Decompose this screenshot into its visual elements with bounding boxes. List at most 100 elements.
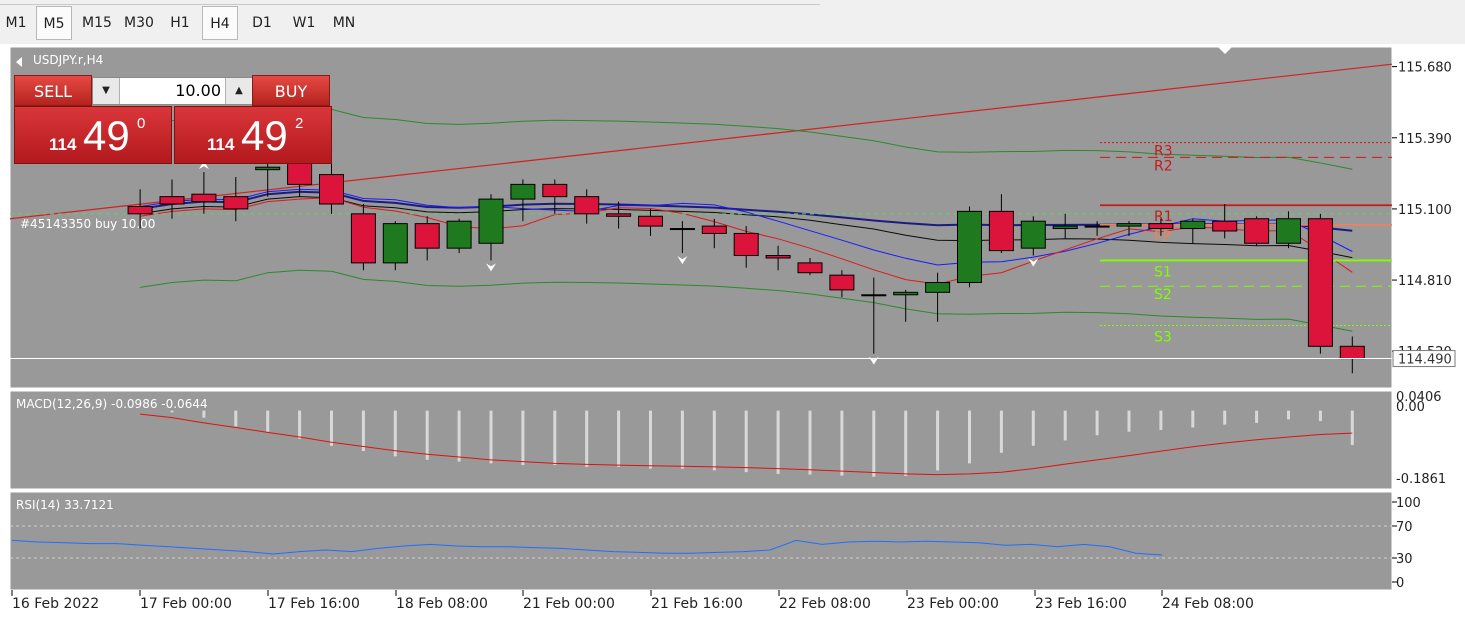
candle-bull bbox=[446, 220, 472, 249]
candle-bear bbox=[414, 223, 440, 249]
candle-bull bbox=[957, 210, 982, 284]
candle-bear bbox=[223, 196, 249, 210]
candle-bear bbox=[1339, 345, 1365, 360]
pivot-label-s1: S1 bbox=[1154, 264, 1172, 280]
buy-price-big: 49 bbox=[241, 112, 288, 159]
sell-price-sup: 0 bbox=[137, 115, 146, 132]
candle-bull bbox=[255, 166, 281, 171]
timeframe-w1-button[interactable]: W1 bbox=[286, 6, 322, 40]
rsi-axis: 100 70 30 0 bbox=[1392, 496, 1421, 591]
time-tick-label: 18 Feb 08:00 bbox=[396, 596, 488, 612]
time-tick-label: 23 Feb 00:00 bbox=[907, 596, 999, 612]
symbol-label: USDJPY.r,H4 bbox=[33, 53, 103, 67]
time-tick-label: 21 Feb 00:00 bbox=[523, 596, 615, 612]
candle-bear bbox=[542, 183, 568, 198]
timeframe-h1-button[interactable]: H1 bbox=[162, 6, 198, 40]
order-label: #45143350 buy 10.00 bbox=[20, 217, 155, 231]
candle-bear bbox=[1148, 223, 1174, 230]
current-price-label: 114.490 bbox=[1398, 353, 1452, 368]
rsi-panel[interactable] bbox=[9, 491, 1393, 591]
price-tick-label: 115.680 bbox=[1398, 61, 1452, 76]
candle-bear bbox=[191, 193, 217, 203]
candle-bear bbox=[159, 196, 185, 205]
time-tick-label: 22 Feb 08:00 bbox=[779, 596, 871, 612]
candle-bear bbox=[701, 225, 727, 234]
candle-bull bbox=[861, 294, 887, 297]
rsi-tick-label: 30 bbox=[1396, 552, 1413, 567]
pivot-label-s2: S2 bbox=[1154, 287, 1172, 303]
candle-bull bbox=[1084, 225, 1110, 228]
candle-bull bbox=[478, 198, 504, 244]
lot-size-input[interactable] bbox=[121, 78, 221, 104]
rsi-tick-label: 100 bbox=[1396, 496, 1421, 511]
candle-bear bbox=[127, 205, 153, 215]
lot-increase-icon[interactable]: ▲ bbox=[225, 78, 252, 104]
buy-price-sup: 2 bbox=[295, 115, 304, 132]
rsi-tick-label: 0 bbox=[1396, 576, 1404, 591]
candle-bear bbox=[287, 161, 313, 185]
toolbar-top-border bbox=[0, 0, 820, 5]
timeframe-toolbar: M1 M5 M15 M30 H1 H4 D1 W1 MN bbox=[0, 0, 1465, 45]
rsi-label: RSI(14) 33.7121 bbox=[16, 498, 114, 512]
sell-price-button[interactable]: 114 49 0 bbox=[14, 106, 172, 164]
macd-label: MACD(12,26,9) -0.0986 -0.0644 bbox=[16, 397, 208, 411]
candle-bull bbox=[893, 291, 919, 296]
time-tick-label: 23 Feb 16:00 bbox=[1035, 596, 1127, 612]
candle-bull bbox=[1180, 220, 1206, 230]
sell-price-big: 49 bbox=[83, 112, 130, 159]
timeframe-m15-button[interactable]: M15 bbox=[76, 6, 118, 40]
timeframe-m5-button[interactable]: M5 bbox=[36, 6, 72, 40]
timeframe-h4-button[interactable]: H4 bbox=[202, 6, 238, 40]
price-tick-label: 115.100 bbox=[1398, 203, 1452, 218]
candle-bear bbox=[797, 262, 823, 274]
sell-price-small: 114 bbox=[49, 135, 77, 154]
candle-bear bbox=[733, 232, 759, 257]
candle-bear bbox=[1244, 218, 1270, 244]
candle-bull bbox=[1052, 225, 1078, 230]
candle-bear bbox=[1212, 220, 1238, 232]
candle-bear bbox=[765, 255, 791, 259]
buy-button[interactable]: BUY bbox=[252, 75, 330, 106]
sell-button[interactable]: SELL bbox=[14, 75, 92, 106]
candle-bull bbox=[925, 282, 951, 293]
pivot-label-s3: S3 bbox=[1154, 329, 1172, 345]
candle-bull bbox=[669, 228, 695, 231]
macd-tick-label: 0.00 bbox=[1396, 400, 1425, 415]
candle-bear bbox=[988, 210, 1014, 252]
candle-bear bbox=[574, 196, 600, 215]
candle-bull bbox=[382, 223, 408, 264]
macd-axis: 0.04060.00-0.1861 bbox=[1396, 390, 1446, 487]
macd-panel[interactable] bbox=[9, 390, 1393, 490]
time-tick-label: 16 Feb 2022 bbox=[12, 596, 99, 612]
timeframe-m1-button[interactable]: M1 bbox=[2, 6, 30, 40]
macd-tick-label: -0.1861 bbox=[1396, 472, 1446, 487]
rsi-tick-label: 70 bbox=[1396, 520, 1413, 535]
timeframe-mn-button[interactable]: MN bbox=[326, 6, 362, 40]
candle-bull bbox=[1020, 220, 1046, 249]
candle-bear bbox=[319, 174, 344, 205]
candle-bear bbox=[1307, 218, 1333, 347]
lot-decrease-icon[interactable]: ▼ bbox=[93, 78, 120, 104]
candle-bull bbox=[510, 183, 536, 200]
one-click-trade-panel: SELL ▼ ▲ BUY 114 49 0 114 49 2 bbox=[14, 75, 332, 164]
candle-bull bbox=[1276, 218, 1301, 244]
time-tick-label: 21 Feb 16:00 bbox=[651, 596, 743, 612]
timeframe-d1-button[interactable]: D1 bbox=[244, 6, 280, 40]
buy-price-button[interactable]: 114 49 2 bbox=[174, 106, 332, 164]
candle-bear bbox=[829, 274, 855, 291]
time-tick-label: 17 Feb 16:00 bbox=[268, 596, 360, 612]
candle-bear bbox=[606, 213, 632, 217]
candle-bull bbox=[1116, 223, 1142, 227]
candle-bear bbox=[638, 215, 663, 227]
time-tick-label: 17 Feb 00:00 bbox=[140, 596, 232, 612]
time-tick-label: 24 Feb 08:00 bbox=[1162, 596, 1254, 612]
candle-bear bbox=[350, 213, 376, 264]
pivot-label-r1: R1 bbox=[1154, 209, 1173, 225]
lot-size-stepper: ▼ ▲ bbox=[92, 77, 252, 105]
timeframe-m30-button[interactable]: M30 bbox=[118, 6, 160, 40]
price-tick-label: 115.390 bbox=[1398, 132, 1452, 147]
pivot-label-pp: PP bbox=[1154, 229, 1171, 245]
pivot-label-r2: R2 bbox=[1154, 158, 1173, 174]
buy-price-small: 114 bbox=[207, 135, 235, 154]
price-tick-label: 114.810 bbox=[1398, 274, 1452, 289]
